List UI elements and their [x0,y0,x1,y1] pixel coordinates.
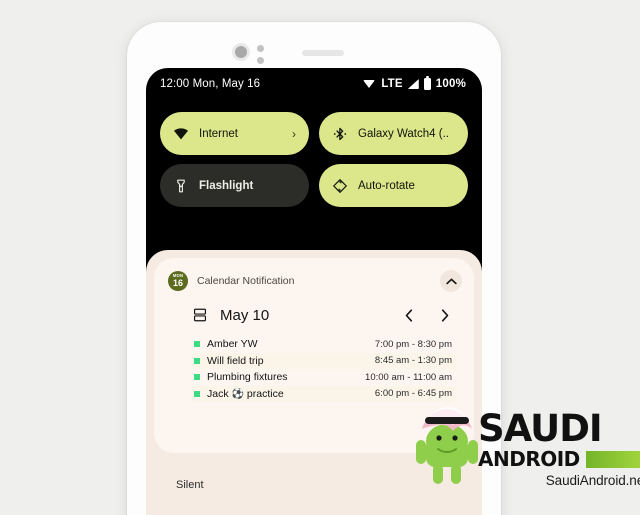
phone-top-bezel [127,22,501,66]
wifi-icon [363,79,376,89]
calendar-date-row: May 10 [166,296,462,336]
calendar-event-row[interactable]: Plumbing fixtures 10:00 am - 11:00 am [192,369,456,386]
chevron-right-icon[interactable]: › [292,127,296,141]
phone-screen: 12:00 Mon, May 16 LTE 100% Internet › Ga… [146,68,482,515]
watermark-text: SAUDI ANDROID SaudiAndroid.net [478,407,640,489]
quick-settings-tiles: Internet › Galaxy Watch4 (.. Flashlight [146,100,482,207]
calendar-notification-card[interactable]: MON 16 Calendar Notification May 10 Ambe… [154,258,474,453]
cellular-signal-icon [407,79,419,89]
quick-tile-label: Galaxy Watch4 (.. [358,127,449,140]
quick-tile-label: Internet [199,127,238,140]
event-color-marker [194,341,200,348]
watermark-brand-top: SAUDI [478,407,603,450]
sensor-dot-icon [257,57,264,64]
event-title-suffix: practice [246,387,284,400]
notification-title: Calendar Notification [197,275,295,287]
status-bar-clock: 12:00 Mon, May 16 [160,78,261,90]
watermark-green-bar [585,450,640,468]
agenda-icon [193,308,207,322]
bluetooth-icon [334,127,346,140]
quick-tile-bluetooth-device[interactable]: Galaxy Watch4 (.. [319,112,468,155]
flashlight-icon [177,179,185,192]
network-type-label: LTE [381,78,403,90]
battery-icon [423,76,431,90]
event-time: 8:45 am - 1:30 pm [374,355,452,367]
status-bar-icons: LTE 100% [363,76,466,90]
silent-section-label: Silent [176,479,204,491]
watermark-brand-row: ANDROID [478,447,640,471]
chevron-left-icon [405,308,413,322]
chevron-up-icon [445,278,457,284]
event-title: Jack ⚽ practice [207,388,375,400]
phone-device: 12:00 Mon, May 16 LTE 100% Internet › Ga… [127,22,501,515]
chevron-right-icon [441,308,449,322]
battery-percent-label: 100% [435,78,466,90]
calendar-event-row[interactable]: Amber YW 7:00 pm - 8:30 pm [192,336,456,353]
event-time: 10:00 am - 11:00 am [365,371,452,383]
front-camera-icon [232,43,250,61]
next-day-button[interactable] [432,302,458,328]
event-color-marker [194,374,200,381]
status-bar: 12:00 Mon, May 16 LTE 100% [146,68,482,100]
event-title: Will field trip [207,354,264,367]
event-time: 6:00 pm - 6:45 pm [374,388,452,400]
sensor-dot-icon [257,45,264,52]
event-time: 7:00 pm - 8:30 pm [374,338,452,350]
wifi-icon [174,127,188,139]
event-color-marker [194,390,200,397]
calendar-app-icon: MON 16 [168,271,188,291]
quick-tile-auto-rotate[interactable]: Auto-rotate [319,164,468,207]
event-title-text: Jack [207,387,229,400]
calendar-event-row[interactable]: Jack ⚽ practice 6:00 pm - 6:45 pm [192,385,456,402]
quick-tile-label: Auto-rotate [358,179,415,192]
collapse-notification-button[interactable] [440,270,462,292]
quick-tile-flashlight[interactable]: Flashlight [160,164,309,207]
quick-tile-label: Flashlight [199,179,254,192]
notification-shade: MON 16 Calendar Notification May 10 Ambe… [146,250,482,515]
event-title: Plumbing fixtures [207,371,288,384]
auto-rotate-icon [333,178,347,193]
calendar-event-list: Amber YW 7:00 pm - 8:30 pm Will field tr… [166,336,462,402]
app-icon-day: 16 [172,277,183,288]
quick-tile-internet[interactable]: Internet › [160,112,309,155]
previous-day-button[interactable] [396,302,422,328]
calendar-event-row[interactable]: Will field trip 8:45 am - 1:30 pm [192,352,456,369]
event-title: Amber YW [207,338,258,351]
earpiece-speaker-icon [302,50,344,56]
watermark-url: SaudiAndroid.net [545,473,640,489]
calendar-date-label: May 10 [220,306,270,324]
notification-header: MON 16 Calendar Notification [166,268,462,296]
soccer-ball-icon: ⚽ [231,388,244,400]
event-color-marker [194,357,200,364]
